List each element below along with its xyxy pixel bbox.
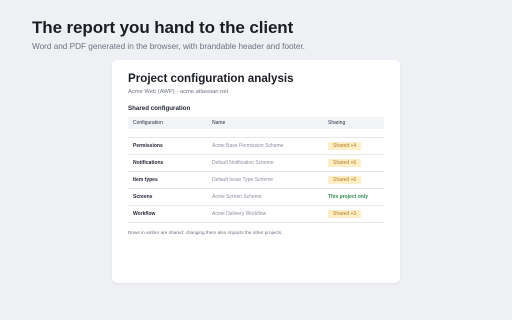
configuration-cell: Item types [128, 171, 207, 189]
table-row: Permissions Acme Base Permission Scheme Sh… [128, 137, 384, 155]
section-heading: Shared configuration [128, 105, 191, 112]
report-preview-card: Project configuration analysis Acme Web … [112, 60, 400, 283]
scheme-name-cell: Default Issue Type Scheme [207, 171, 323, 189]
table-row: Notifications Default Notification Scheme… [128, 154, 384, 172]
shared-badge: Shared +6 [328, 158, 362, 167]
configuration-cell: Notifications [128, 154, 207, 172]
table-header-row: Configuration Name Sharing [128, 117, 384, 129]
column-header-configuration: Configuration [128, 117, 207, 129]
table-row: Screens Acme Screen Scheme This project on… [128, 188, 384, 206]
table-spacer-cell [128, 129, 384, 138]
configuration-cell: Permissions [128, 137, 207, 155]
scheme-name-cell: Acme Screen Scheme [207, 188, 323, 206]
scheme-name-cell: Default Notification Scheme [207, 154, 323, 172]
report-title: Project configuration analysis [128, 72, 294, 85]
configuration-cell: Screens [128, 188, 207, 206]
configuration-cell: Workflow [128, 205, 207, 223]
sharing-cell: This project only [323, 188, 384, 206]
shared-configuration-table: Configuration Name Sharing Permissions Ac… [128, 117, 384, 223]
sharing-cell: Shared +6 [323, 154, 384, 172]
table-spacer-row [128, 129, 384, 138]
column-header-sharing: Sharing [323, 117, 384, 129]
shared-badge: Shared +6 [328, 175, 362, 184]
table-footnote: Rows in amber are shared: changing them … [128, 230, 283, 235]
sharing-cell: Shared +6 [323, 171, 384, 189]
table-row: Item types Default Issue Type Scheme Share… [128, 171, 384, 189]
sharing-cell: Shared +3 [323, 205, 384, 223]
page: The report you hand to the client Word a… [0, 0, 512, 320]
table-body: Permissions Acme Base Permission Scheme Sh… [128, 129, 384, 223]
hero-title: The report you hand to the client [32, 18, 294, 37]
scheme-name-cell: Acme Base Permission Scheme [207, 137, 323, 155]
shared-badge: Shared +4 [328, 141, 362, 150]
scheme-name-cell: Acme Delivery Workflow [207, 205, 323, 223]
shared-badge: Shared +3 [328, 209, 362, 218]
sharing-cell: Shared +4 [323, 137, 384, 155]
exclusive-label: This project only [328, 193, 369, 200]
hero-subtitle: Word and PDF generated in the browser, w… [32, 42, 305, 51]
report-subtitle: Acme Web (AWP) · acme.atlassian.net [128, 89, 229, 95]
column-header-name: Name [207, 117, 323, 129]
table-row: Workflow Acme Delivery Workflow Shared +3 [128, 205, 384, 223]
